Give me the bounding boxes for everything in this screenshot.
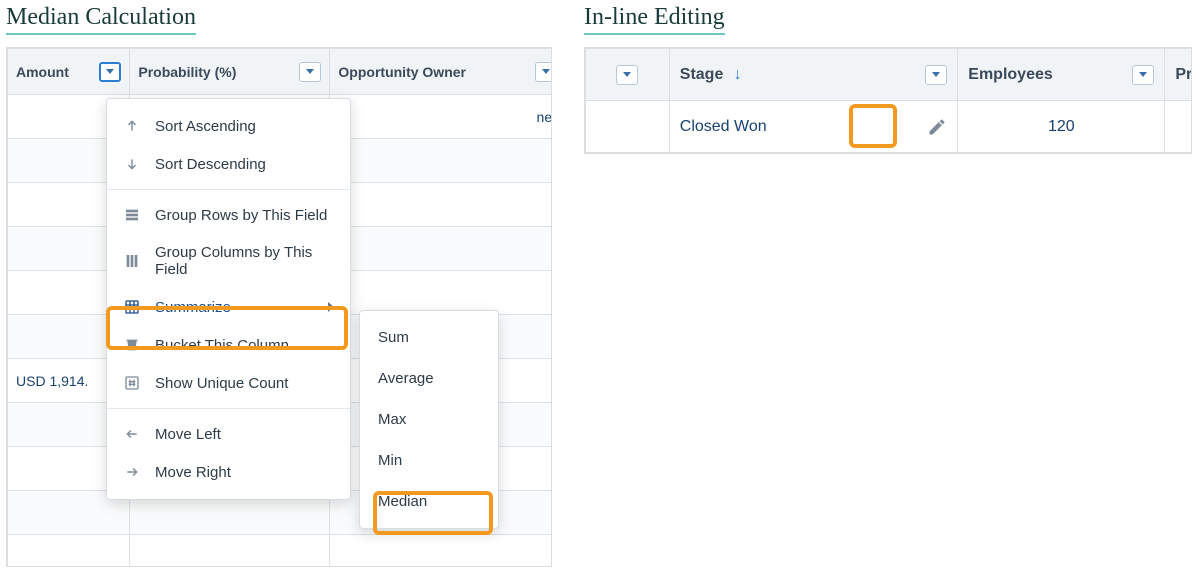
col-dropdown-employees[interactable] xyxy=(1132,65,1154,85)
right-grid: Stage ↓ Employees xyxy=(584,47,1192,154)
caret-down-icon xyxy=(106,69,114,74)
hash-icon xyxy=(123,374,141,392)
cell-select[interactable] xyxy=(586,101,670,153)
rows-icon xyxy=(123,206,141,224)
menu-group-rows[interactable]: Group Rows by This Field xyxy=(107,196,350,234)
cell-employees[interactable]: 120 xyxy=(958,101,1165,153)
column-menu: Sort Ascending Sort Descending Group Row… xyxy=(106,98,351,500)
cell-amount-value: USD 1,914. xyxy=(16,373,88,389)
menu-unique-count-label: Show Unique Count xyxy=(155,375,288,392)
menu-summarize[interactable]: Summarize xyxy=(107,288,350,326)
col-dropdown-select[interactable] xyxy=(616,65,638,85)
col-header-owner[interactable]: Opportunity Owner xyxy=(330,49,552,95)
col-dropdown-amount[interactable] xyxy=(99,62,121,82)
summarize-icon xyxy=(123,298,141,316)
chevron-right-icon xyxy=(328,302,334,312)
caret-down-icon xyxy=(306,69,314,74)
col-header-employees[interactable]: Employees xyxy=(958,49,1165,101)
caret-down-icon xyxy=(932,72,940,77)
menu-separator xyxy=(107,408,350,409)
submenu-median[interactable]: Median xyxy=(360,481,498,522)
cell-amount[interactable] xyxy=(8,535,130,568)
menu-move-right-label: Move Right xyxy=(155,464,231,481)
menu-move-left[interactable]: Move Left xyxy=(107,415,350,453)
col-header-probability-right-label: Probabili xyxy=(1175,66,1192,84)
menu-sort-descending[interactable]: Sort Descending xyxy=(107,145,350,183)
col-dropdown-stage[interactable] xyxy=(925,65,947,85)
sort-descending-icon: ↓ xyxy=(734,66,742,83)
right-table: Stage ↓ Employees xyxy=(585,48,1192,153)
cell-probability[interactable] xyxy=(130,535,330,568)
arrow-right-icon xyxy=(123,463,141,481)
col-header-employees-label: Employees xyxy=(968,66,1052,84)
menu-bucket[interactable]: Bucket This Column xyxy=(107,326,350,364)
col-header-probability[interactable]: Probability (%) xyxy=(130,49,330,95)
col-header-amount-label: Amount xyxy=(16,64,69,80)
cell-owner[interactable] xyxy=(330,227,552,271)
table-row: OP xyxy=(8,535,553,568)
caret-down-icon xyxy=(542,69,550,74)
menu-group-rows-label: Group Rows by This Field xyxy=(155,207,327,224)
menu-bucket-label: Bucket This Column xyxy=(155,337,289,354)
menu-move-left-label: Move Left xyxy=(155,426,221,443)
caret-down-icon xyxy=(1139,72,1147,77)
col-header-stage-label: Stage xyxy=(680,66,724,83)
menu-unique-count[interactable]: Show Unique Count xyxy=(107,364,350,402)
cell-owner[interactable] xyxy=(330,535,552,568)
menu-sort-descending-label: Sort Descending xyxy=(155,156,266,173)
caret-down-icon xyxy=(623,72,631,77)
submenu-average[interactable]: Average xyxy=(360,358,498,399)
cell-probability[interactable] xyxy=(1165,101,1192,153)
columns-icon xyxy=(123,252,141,270)
col-header-probability-right[interactable]: Probabili xyxy=(1165,49,1192,101)
col-dropdown-probability[interactable] xyxy=(299,62,321,82)
menu-move-right[interactable]: Move Right xyxy=(107,453,350,491)
submenu-min[interactable]: Min xyxy=(360,440,498,481)
menu-group-columns-label: Group Columns by This Field xyxy=(155,244,334,278)
table-row: Closed Won 120 xyxy=(586,101,1193,153)
menu-separator xyxy=(107,189,350,190)
pencil-icon[interactable] xyxy=(927,117,947,137)
menu-summarize-label: Summarize xyxy=(155,299,231,316)
col-header-amount[interactable]: Amount xyxy=(8,49,130,95)
menu-group-columns[interactable]: Group Columns by This Field xyxy=(107,234,350,288)
arrow-left-icon xyxy=(123,425,141,443)
cell-owner[interactable] xyxy=(330,271,552,315)
summarize-submenu: Sum Average Max Min Median xyxy=(359,310,499,529)
menu-sort-ascending-label: Sort Ascending xyxy=(155,118,256,135)
arrow-up-icon xyxy=(123,117,141,135)
cell-owner[interactable] xyxy=(330,139,552,183)
col-header-select[interactable] xyxy=(586,49,670,101)
col-header-probability-label: Probability (%) xyxy=(138,64,236,80)
bucket-icon xyxy=(123,336,141,354)
cell-owner[interactable]: ner xyxy=(330,95,552,139)
submenu-sum[interactable]: Sum xyxy=(360,317,498,358)
arrow-down-icon xyxy=(123,155,141,173)
cell-employees-value: 120 xyxy=(1048,118,1075,135)
menu-sort-ascending[interactable]: Sort Ascending xyxy=(107,107,350,145)
cell-owner[interactable] xyxy=(330,183,552,227)
submenu-max[interactable]: Max xyxy=(360,399,498,440)
cell-stage-value: Closed Won xyxy=(680,118,767,136)
cell-owner-value: ner xyxy=(537,109,552,125)
right-title: In-line Editing xyxy=(584,4,725,35)
cell-stage[interactable]: Closed Won xyxy=(669,101,958,153)
col-header-stage[interactable]: Stage ↓ xyxy=(669,49,958,101)
left-grid: Amount Probability (%) Opportunity Owner xyxy=(6,47,552,567)
left-title: Median Calculation xyxy=(6,4,196,35)
col-dropdown-owner[interactable] xyxy=(535,62,552,82)
col-header-owner-label: Opportunity Owner xyxy=(338,64,466,80)
